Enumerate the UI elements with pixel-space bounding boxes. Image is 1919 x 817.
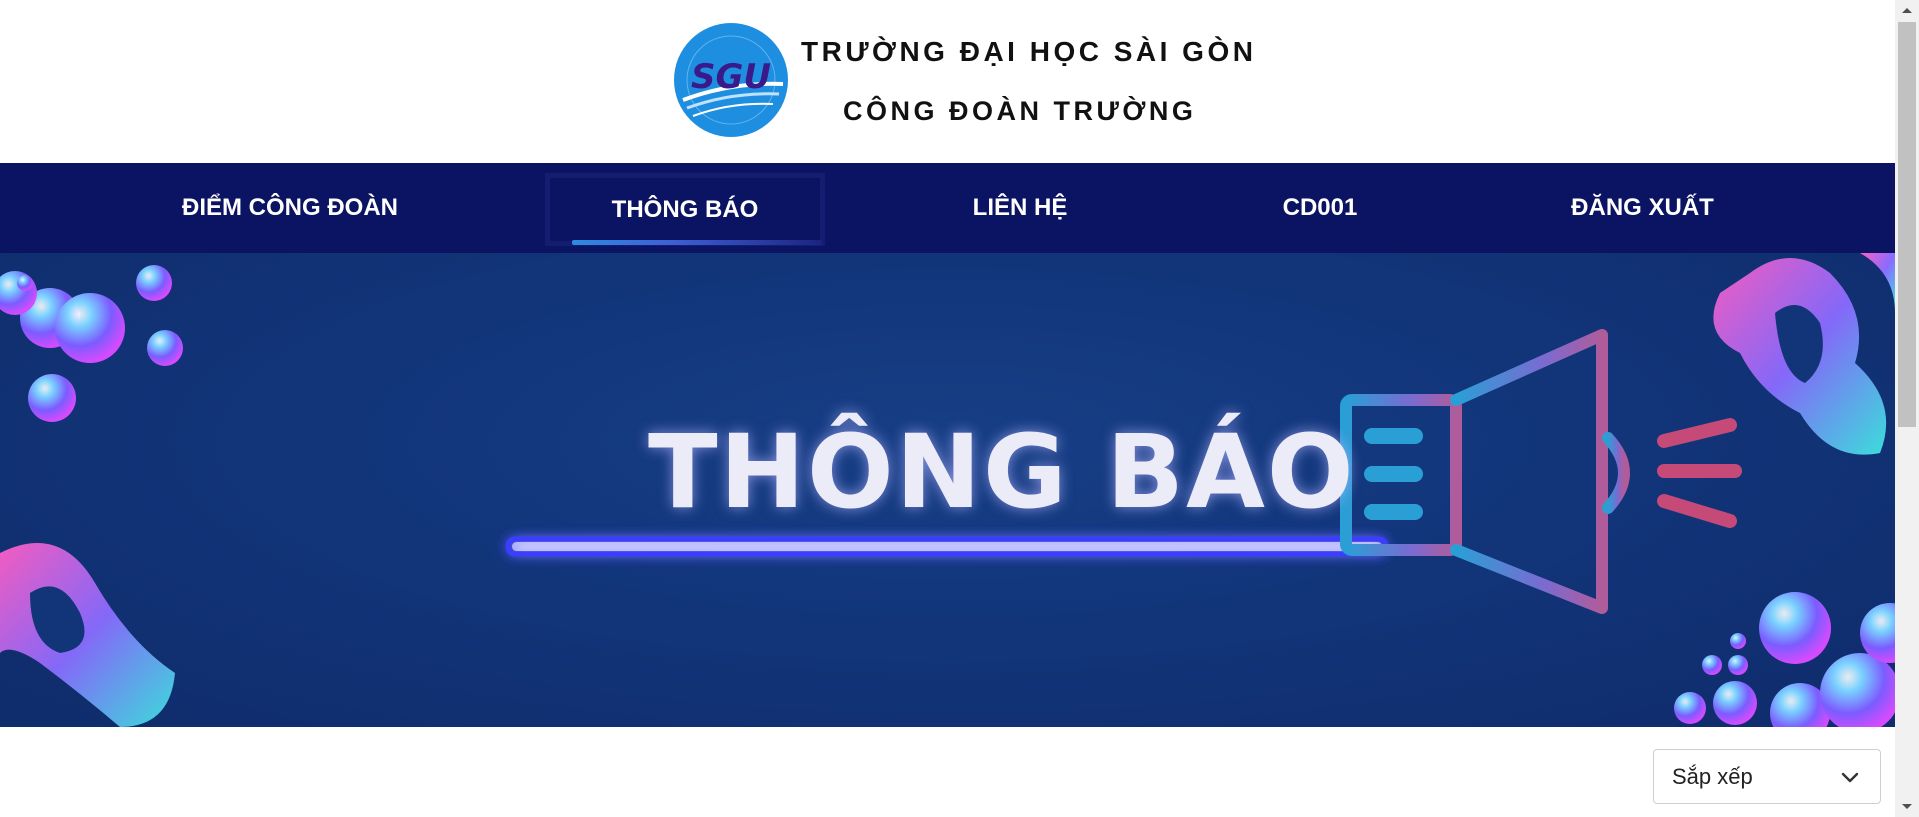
sort-dropdown[interactable]: Sắp xếp xyxy=(1653,749,1881,804)
scroll-up-arrow-icon[interactable] xyxy=(1895,0,1919,20)
sort-label: Sắp xếp xyxy=(1672,763,1753,789)
main-nav: ĐIỂM CÔNG ĐOÀN THÔNG BÁO LIÊN HỆ CD001 Đ… xyxy=(0,163,1895,253)
nav-item-cd001[interactable]: CD001 xyxy=(1210,163,1430,253)
scroll-down-arrow-icon[interactable] xyxy=(1895,797,1919,817)
banner-title: THÔNG BÁO xyxy=(648,413,1356,532)
nav-item-dang-xuat[interactable]: ĐĂNG XUẤT xyxy=(1530,163,1755,253)
sgu-logo[interactable]: SGU xyxy=(673,22,790,139)
nav-item-thong-bao[interactable]: THÔNG BÁO xyxy=(545,173,825,246)
svg-text:SGU: SGU xyxy=(691,57,771,97)
active-tab-indicator xyxy=(572,240,822,245)
union-name: CÔNG ĐOÀN TRƯỜNG xyxy=(843,96,1197,126)
nav-item-diem-cong-doan[interactable]: ĐIỂM CÔNG ĐOÀN xyxy=(150,163,430,253)
site-header: SGU TRƯỜNG ĐẠI HỌC SÀI GÒN CÔNG ĐOÀN TRƯ… xyxy=(0,0,1895,163)
chevron-down-icon xyxy=(1840,767,1860,787)
banner: THÔNG BÁO xyxy=(0,253,1895,727)
scrollbar-thumb[interactable] xyxy=(1898,22,1916,427)
nav-item-lien-he[interactable]: LIÊN HỆ xyxy=(900,163,1140,253)
megaphone-icon xyxy=(1340,329,1742,614)
school-name: TRƯỜNG ĐẠI HỌC SÀI GÒN xyxy=(801,36,1257,67)
vertical-scrollbar[interactable] xyxy=(1895,0,1919,817)
